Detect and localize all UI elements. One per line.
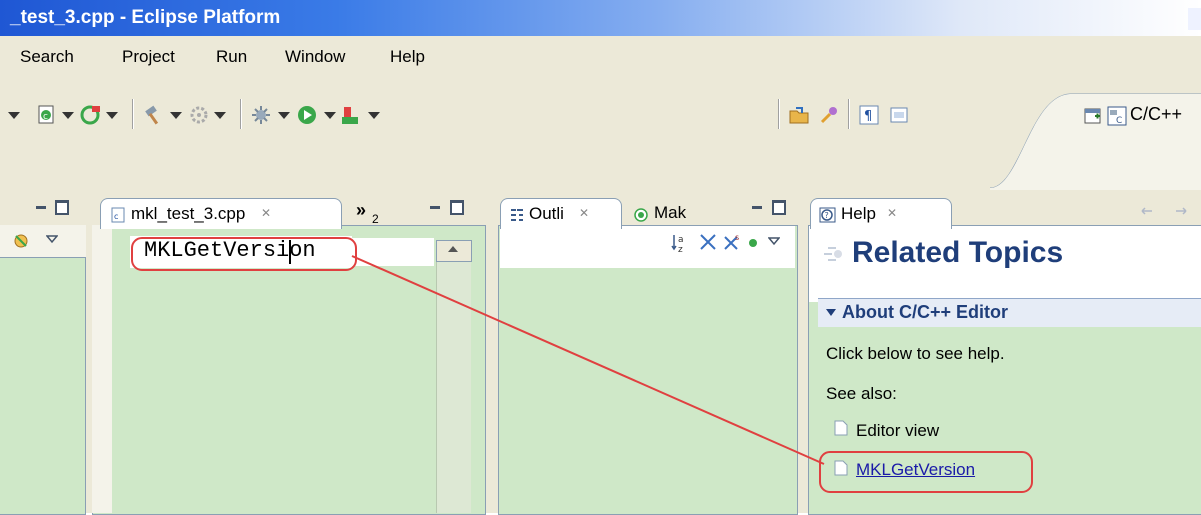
svg-text:?: ? [825, 211, 829, 220]
hide-nonpublic-icon[interactable] [746, 236, 760, 250]
perspective-switcher-bg [990, 93, 1201, 190]
svg-text:a: a [678, 235, 684, 245]
tab-editor-label: mkl_test_3.cpp [131, 204, 246, 223]
outline-icon [511, 209, 523, 221]
svg-text:z: z [678, 245, 683, 254]
menu-search[interactable]: Search [20, 47, 74, 67]
view-menu-icon[interactable] [768, 236, 780, 246]
help-text-line: Click below to see help. [826, 344, 1005, 363]
document-icon [834, 420, 848, 436]
chevron-down-icon[interactable] [826, 309, 836, 317]
text-cursor [289, 240, 291, 264]
hide-static-icon[interactable]: s [722, 232, 742, 252]
left-view-panel [0, 225, 86, 515]
tab-overflow-count: 2 [372, 212, 379, 226]
external-tools-icon[interactable] [340, 104, 362, 126]
dropdown-arrow-icon[interactable] [106, 112, 118, 119]
minimize-icon[interactable] [36, 206, 46, 209]
hide-fields-icon[interactable] [698, 232, 718, 252]
menu-run[interactable]: Run [216, 47, 247, 67]
code-rest-bg [352, 238, 434, 266]
help-text-line: See also: [826, 384, 897, 403]
svg-text:c: c [43, 112, 48, 122]
dropdown-arrow-icon[interactable] [214, 112, 226, 119]
perspective-label[interactable]: C/C++ [1130, 104, 1182, 125]
hammer-icon[interactable] [143, 104, 165, 126]
dropdown-arrow-icon[interactable] [8, 112, 20, 119]
help-link-mklgetversion[interactable]: MKLGetVersion [856, 460, 975, 480]
dropdown-arrow-icon[interactable] [170, 112, 182, 119]
menu-window[interactable]: Window [285, 47, 345, 67]
minimize-icon[interactable] [430, 206, 440, 209]
dropdown-arrow-icon[interactable] [324, 112, 336, 119]
build-icon[interactable] [80, 104, 102, 126]
dropdown-arrow-icon[interactable] [62, 112, 74, 119]
maximize-icon[interactable] [55, 200, 69, 215]
editor-gutter [92, 225, 112, 513]
svg-text:¶: ¶ [864, 109, 872, 124]
window-icon[interactable] [888, 104, 910, 126]
help-section-title[interactable]: About C/C++ Editor [842, 302, 1008, 323]
editor-panel [92, 225, 486, 515]
help-icon: ? [819, 207, 836, 223]
open-folder-icon[interactable] [788, 104, 810, 126]
outline-panel [498, 225, 798, 515]
tab-make-label: Mak [654, 203, 687, 222]
menu-help[interactable]: Help [390, 47, 425, 67]
window-title: _test_3.cpp - Eclipse Platform [10, 7, 281, 28]
svg-text:C: C [1116, 116, 1122, 126]
svg-text:c: c [114, 212, 118, 221]
svg-text:s: s [735, 233, 739, 242]
maximize-icon[interactable] [772, 200, 786, 215]
close-icon[interactable]: ✕ [261, 206, 271, 220]
tab-outline[interactable]: Outli ✕ [500, 198, 622, 229]
nav-back-forward-icon[interactable] [1140, 206, 1188, 216]
pin-icon[interactable] [818, 104, 840, 126]
tab-help[interactable]: ? Help ✕ [810, 198, 952, 229]
menu-project[interactable]: Project [122, 47, 175, 67]
tab-help-label: Help [841, 204, 876, 223]
cpp-file-icon: c [111, 207, 125, 223]
open-perspective-icon[interactable] [1083, 106, 1103, 126]
close-icon[interactable]: ✕ [579, 206, 589, 220]
paragraph-icon[interactable]: ¶ [858, 104, 880, 126]
tab-outline-label: Outli [529, 204, 564, 223]
menu-bar [0, 36, 1201, 76]
dropdown-arrow-icon[interactable] [368, 112, 380, 119]
cpp-perspective-icon[interactable]: C [1107, 106, 1127, 126]
run-icon[interactable] [296, 104, 318, 126]
dropdown-arrow-icon[interactable] [278, 112, 290, 119]
gear-icon[interactable] [188, 104, 210, 126]
toolbar-separator [132, 99, 134, 129]
arrow-up-icon [448, 246, 458, 252]
tab-editor[interactable]: c mkl_test_3.cpp ✕ [100, 198, 342, 229]
sort-az-icon[interactable]: a z [670, 232, 692, 254]
toolbar-separator [848, 99, 850, 129]
close-icon[interactable]: ✕ [887, 206, 897, 220]
view-menu-icon[interactable] [46, 234, 58, 244]
maximize-icon[interactable] [450, 200, 464, 215]
make-target-icon [634, 208, 648, 222]
toolbar-separator [240, 99, 242, 129]
editor-scrollbar[interactable] [436, 258, 471, 513]
window-controls[interactable] [1188, 8, 1201, 30]
new-class-icon[interactable]: c [36, 104, 58, 126]
debug-icon[interactable] [250, 104, 272, 126]
sync-icon[interactable] [12, 232, 30, 250]
help-link-editor-view[interactable]: Editor view [856, 421, 939, 441]
toolbar-separator [778, 99, 780, 129]
help-heading: Related Topics [852, 236, 1064, 269]
minimize-icon[interactable] [752, 206, 762, 209]
tab-make[interactable]: Mak [622, 200, 734, 228]
related-topics-icon [824, 247, 842, 261]
tab-overflow-icon[interactable]: » [356, 200, 366, 221]
document-icon [834, 460, 848, 476]
